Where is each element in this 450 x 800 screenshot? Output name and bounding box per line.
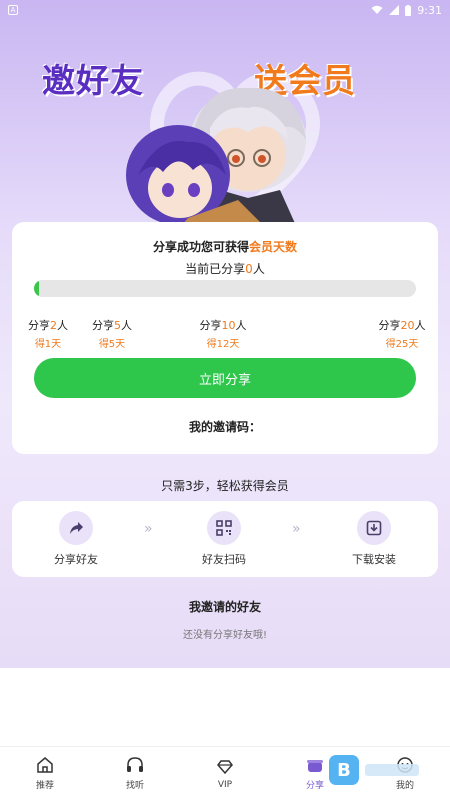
shared-count-prefix: 当前已分享: [185, 262, 246, 276]
tab-listen[interactable]: 找听: [90, 747, 180, 800]
hero-banner: 邀好友 送会员: [0, 20, 450, 225]
wifi-icon: [371, 5, 383, 14]
step-arrow-icon: »: [292, 521, 300, 537]
battery-icon: [405, 4, 412, 16]
invited-friends-title: 我邀请的好友: [188, 600, 261, 614]
notification-app-icon: A: [8, 5, 18, 15]
status-time: 9:31: [417, 3, 442, 17]
milestone-2: 分亨2人 得1天: [18, 317, 78, 350]
tab-vip[interactable]: VIP: [180, 747, 270, 800]
tab-label: 推荐: [35, 781, 54, 791]
tab-label: 分享: [305, 781, 324, 791]
step-label: 下载安装: [352, 553, 396, 566]
milestone-20: 分亨20人 得25天: [372, 317, 432, 350]
milestone-reward: 得5天: [98, 339, 126, 350]
reward-headline-text: 分享成功您可获得: [152, 240, 249, 254]
milestone-10: 分亨10人 得12天: [193, 317, 253, 350]
milestone-label: 分亨10人: [199, 319, 247, 332]
watermark-logo: B: [329, 752, 431, 788]
tab-label: VIP: [217, 779, 233, 790]
milestone-reward: 得12天: [206, 339, 240, 350]
step-share-friend: 分享好友: [26, 511, 126, 567]
steps-card: 分享好友 » 好友扫码 » 下载安装: [12, 501, 438, 577]
shared-count-line: 当前已分享0人: [12, 260, 438, 277]
anime-characters-illustration: [126, 87, 306, 225]
shared-count-value: 0: [245, 262, 253, 276]
diamond-icon: [217, 759, 233, 774]
gift-pot-icon: [307, 760, 323, 772]
step-friend-scan: 好友扫码: [174, 511, 274, 567]
invited-friends-empty-text: 还没有分享好友哦!: [182, 630, 267, 641]
headphones-icon: [127, 757, 143, 772]
milestone-label: 分亨20人: [378, 319, 426, 332]
share-arrow-icon: [59, 511, 93, 545]
step-label: 分享好友: [54, 553, 98, 566]
share-now-button[interactable]: 立即分享: [34, 358, 416, 398]
download-icon: [357, 511, 391, 545]
step-arrow-icon: »: [144, 521, 152, 537]
watermark-badge: B: [329, 755, 359, 785]
share-progress-fill: [34, 280, 39, 297]
reward-headline-highlight: 会员天数: [249, 240, 298, 254]
signal-icon: [389, 5, 400, 15]
steps-title: 只需3步，轻松获得会员: [161, 479, 289, 493]
step-download-install: 下载安装: [324, 511, 424, 567]
home-icon: [37, 757, 53, 773]
step-label: 好友扫码: [202, 553, 246, 566]
milestone-5: 分亨5人 得5天: [82, 317, 142, 350]
milestone-label: 分亨2人: [28, 319, 68, 332]
watermark-wordmark: [365, 764, 419, 776]
share-progress-bar: [34, 280, 416, 297]
tab-label: 找听: [125, 781, 144, 791]
tab-recommend[interactable]: 推荐: [0, 747, 90, 800]
milestone-reward: 得1天: [34, 339, 62, 350]
invite-code-label: 我的邀请码：: [188, 420, 261, 434]
milestone-reward: 得25天: [385, 339, 419, 350]
reward-headline: 分享成功您可获得会员天数: [12, 238, 438, 255]
shared-count-suffix: 人: [252, 262, 265, 276]
status-bar: A 9:31: [0, 0, 450, 20]
milestone-label: 分亨5人: [92, 319, 132, 332]
qr-code-icon: [207, 511, 241, 545]
reward-progress-card: 分享成功您可获得会员天数 当前已分享0人 分亨2人 得1天 分亨5人 得5天 分…: [12, 222, 438, 454]
